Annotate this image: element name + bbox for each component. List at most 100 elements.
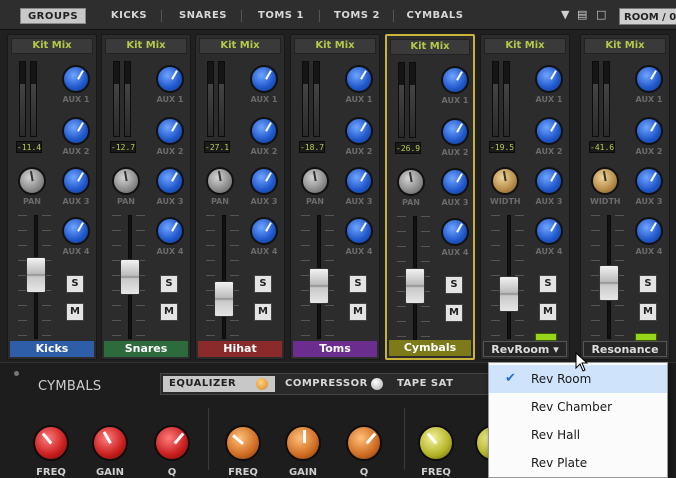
- solo-button[interactable]: S: [639, 275, 657, 293]
- solo-button[interactable]: S: [445, 276, 463, 294]
- output-routing-selector[interactable]: Kit Mix: [105, 38, 187, 54]
- aux-send-knob[interactable]: [156, 217, 184, 245]
- solo-button[interactable]: S: [349, 275, 367, 293]
- aux-send-knob[interactable]: [345, 167, 373, 195]
- aux-send-knob[interactable]: [345, 117, 373, 145]
- pan-label: PAN: [116, 197, 135, 206]
- dropdown-option[interactable]: Rev Chamber: [489, 393, 667, 421]
- volume-fader[interactable]: [120, 259, 140, 295]
- aux-send-knob[interactable]: [345, 65, 373, 93]
- output-routing-selector[interactable]: Kit Mix: [294, 38, 376, 54]
- aux-send-knob[interactable]: [635, 217, 663, 245]
- aux-send-knob[interactable]: [635, 167, 663, 195]
- mute-button[interactable]: M: [349, 303, 367, 321]
- tab-kicks[interactable]: KICKS: [103, 8, 155, 24]
- eq-knob[interactable]: [418, 425, 454, 461]
- trash-icon[interactable]: □: [596, 8, 606, 21]
- aux-send-knob[interactable]: [441, 218, 469, 246]
- aux-send-knob[interactable]: [156, 117, 184, 145]
- aux-send-knob[interactable]: [535, 167, 563, 195]
- aux-send-knob[interactable]: [535, 217, 563, 245]
- aux-send-knob[interactable]: [250, 167, 278, 195]
- aux-send-knob[interactable]: [635, 65, 663, 93]
- aux-send-knob[interactable]: [250, 65, 278, 93]
- width-knob[interactable]: [491, 167, 519, 195]
- tab-toms-2[interactable]: TOMS 2: [328, 8, 386, 24]
- volume-fader[interactable]: [405, 267, 425, 304]
- tab-divider: [161, 10, 162, 22]
- aux-send-knob[interactable]: [62, 65, 90, 93]
- pan-knob[interactable]: [112, 167, 140, 195]
- volume-fader[interactable]: [26, 256, 46, 293]
- equalizer-power-icon[interactable]: [256, 378, 268, 390]
- tab-compressor[interactable]: COMPRESSOR: [285, 376, 375, 392]
- output-routing-selector[interactable]: Kit Mix: [584, 38, 666, 54]
- aux-send-knob[interactable]: [62, 217, 90, 245]
- eq-knob[interactable]: [225, 425, 261, 461]
- aux-send-knob[interactable]: [441, 168, 469, 196]
- aux-send-knob[interactable]: [635, 117, 663, 145]
- dropdown-option[interactable]: Rev Hall: [489, 421, 667, 449]
- aux-label: AUX 3: [635, 197, 663, 206]
- reverb-type-selector[interactable]: RevRoom ▾: [483, 341, 567, 357]
- solo-button[interactable]: S: [254, 275, 272, 293]
- solo-button[interactable]: S: [160, 275, 178, 293]
- volume-fader[interactable]: [599, 264, 619, 301]
- dropdown-option[interactable]: Rev Plate: [489, 449, 667, 477]
- aux-label: AUX 4: [535, 247, 563, 256]
- aux-send-knob[interactable]: [62, 117, 90, 145]
- tab-groups[interactable]: GROUPS: [20, 8, 86, 24]
- save-icon[interactable]: ▤: [577, 8, 587, 21]
- pan-knob[interactable]: [397, 168, 425, 196]
- preset-name-field[interactable]: ROOM / 0: [619, 8, 676, 25]
- tab-cymbals[interactable]: CYMBALS: [400, 8, 470, 24]
- aux-send-knob[interactable]: [535, 117, 563, 145]
- aux-label: AUX 4: [62, 247, 90, 256]
- output-routing-selector[interactable]: Kit Mix: [390, 39, 470, 55]
- eq-knob[interactable]: [33, 425, 69, 461]
- aux-send-knob[interactable]: [250, 117, 278, 145]
- mute-button[interactable]: M: [539, 303, 557, 321]
- output-routing-selector[interactable]: Kit Mix: [484, 38, 566, 54]
- volume-fader[interactable]: [309, 267, 329, 304]
- solo-button[interactable]: S: [66, 275, 84, 293]
- level-meter-left: [398, 62, 405, 138]
- output-routing-selector[interactable]: Kit Mix: [11, 38, 93, 54]
- output-routing-selector[interactable]: Kit Mix: [199, 38, 281, 54]
- tab-toms-1[interactable]: TOMS 1: [251, 8, 311, 24]
- aux-send-knob[interactable]: [535, 65, 563, 93]
- mute-button[interactable]: M: [160, 303, 178, 321]
- tab-snares[interactable]: SNARES: [172, 8, 234, 24]
- aux-send-knob[interactable]: [62, 167, 90, 195]
- aux-send-knob[interactable]: [250, 217, 278, 245]
- pan-knob[interactable]: [206, 167, 234, 195]
- channel-name[interactable]: Resonance: [583, 341, 667, 357]
- mute-button[interactable]: M: [639, 303, 657, 321]
- volume-fader[interactable]: [499, 275, 519, 312]
- eq-knob[interactable]: [346, 425, 382, 461]
- dropdown-arrow-icon[interactable]: ▼: [561, 8, 569, 21]
- aux-send-knob[interactable]: [156, 167, 184, 195]
- mute-button[interactable]: M: [254, 303, 272, 321]
- aux-label: AUX 4: [441, 248, 469, 257]
- pan-knob[interactable]: [301, 167, 329, 195]
- mute-button[interactable]: M: [66, 303, 84, 321]
- pan-knob[interactable]: [18, 167, 46, 195]
- volume-fader[interactable]: [214, 281, 234, 317]
- aux-label: AUX 2: [156, 147, 184, 156]
- eq-knob[interactable]: [285, 425, 321, 461]
- aux-send-knob[interactable]: [156, 65, 184, 93]
- aux-label: AUX 1: [62, 95, 90, 104]
- aux-send-knob[interactable]: [441, 66, 469, 94]
- tab-tape-sat[interactable]: TAPE SAT: [397, 376, 467, 392]
- eq-knob[interactable]: [92, 425, 128, 461]
- mute-button[interactable]: M: [445, 304, 463, 322]
- aux-send-knob[interactable]: [345, 217, 373, 245]
- width-knob[interactable]: [591, 167, 619, 195]
- eq-band-divider: [404, 408, 405, 470]
- compressor-power-icon[interactable]: [371, 378, 383, 390]
- solo-button[interactable]: S: [539, 275, 557, 293]
- aux-send-knob[interactable]: [441, 118, 469, 146]
- aux-label: AUX 2: [250, 147, 278, 156]
- eq-knob[interactable]: [154, 425, 190, 461]
